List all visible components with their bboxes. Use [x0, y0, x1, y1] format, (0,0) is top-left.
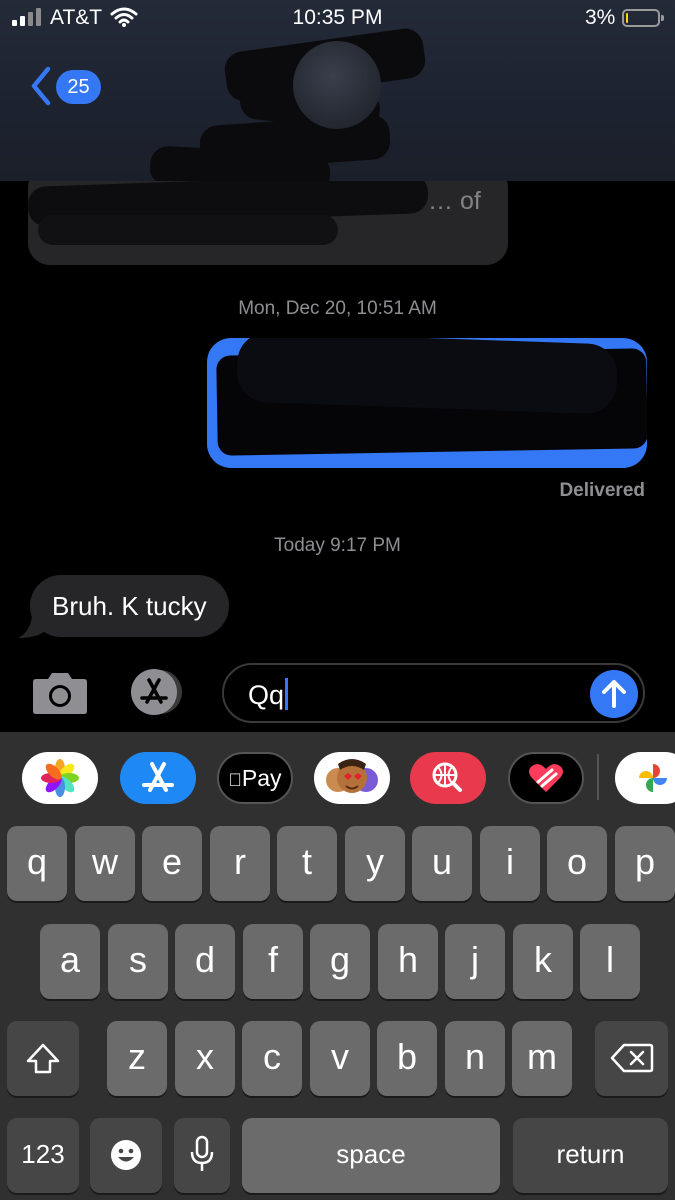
emoji-key[interactable] [90, 1118, 162, 1193]
key-o[interactable]: o [547, 826, 607, 901]
send-arrow-icon[interactable] [590, 670, 638, 718]
shift-key[interactable] [7, 1021, 79, 1096]
message-input[interactable]: Qq [222, 663, 645, 723]
key-w[interactable]: w [75, 826, 135, 901]
redaction-mark [38, 215, 338, 245]
key-i[interactable]: i [480, 826, 540, 901]
key-z[interactable]: z [107, 1021, 167, 1096]
key-p[interactable]: p [615, 826, 675, 901]
delete-key[interactable] [595, 1021, 668, 1096]
key-j[interactable]: j [445, 924, 505, 999]
status-bar: AT&T 10:35 PM 3% [0, 0, 675, 36]
return-key[interactable]: return [513, 1118, 668, 1193]
apple-pay-icon[interactable]: Pay [217, 752, 293, 804]
delivery-status: Delivered [559, 480, 645, 501]
camera-icon[interactable] [32, 671, 88, 715]
message-input-value: Qq [248, 680, 285, 710]
numbers-key[interactable]: 123 [7, 1118, 79, 1193]
key-u[interactable]: u [412, 826, 472, 901]
app-store-icon[interactable] [126, 668, 188, 716]
battery-level [626, 13, 628, 23]
digital-touch-icon[interactable] [508, 752, 584, 804]
key-t[interactable]: t [277, 826, 337, 901]
apple-logo:  [228, 770, 242, 790]
chevron-left-icon[interactable] [30, 66, 52, 106]
key-x[interactable]: x [175, 1021, 235, 1096]
sent-message-bubble[interactable] [207, 338, 647, 468]
key-b[interactable]: b [377, 1021, 437, 1096]
message-text: … of [428, 187, 481, 215]
apple-pay-label: Pay [235, 765, 282, 791]
key-l[interactable]: l [580, 924, 640, 999]
timestamp: Mon, Dec 20, 10:51 AM [238, 298, 437, 319]
key-a[interactable]: a [40, 924, 100, 999]
image-search-icon[interactable] [410, 752, 486, 804]
key-s[interactable]: s [108, 924, 168, 999]
key-f[interactable]: f [243, 924, 303, 999]
battery-icon [622, 9, 664, 27]
key-n[interactable]: n [445, 1021, 505, 1096]
received-message-bubble[interactable]: Bruh. K tucky [30, 575, 229, 637]
key-g[interactable]: g [310, 924, 370, 999]
key-h[interactable]: h [378, 924, 438, 999]
key-y[interactable]: y [345, 826, 405, 901]
key-v[interactable]: v [310, 1021, 370, 1096]
message-text: Bruh. K tucky [52, 591, 207, 621]
emoji-icon [111, 1140, 141, 1170]
microphone-icon [190, 1135, 214, 1171]
photos-icon[interactable] [22, 752, 98, 804]
key-k[interactable]: k [513, 924, 573, 999]
space-key[interactable]: space [242, 1118, 500, 1193]
text-caret [285, 678, 289, 710]
google-photos-icon[interactable] [615, 752, 675, 804]
key-r[interactable]: r [210, 826, 270, 901]
delete-icon [610, 1043, 653, 1073]
clock: 10:35 PM [292, 6, 383, 29]
key-q[interactable]: q [7, 826, 67, 901]
key-m[interactable]: m [512, 1021, 572, 1096]
key-c[interactable]: c [242, 1021, 302, 1096]
key-e[interactable]: e [142, 826, 202, 901]
shift-icon [26, 1043, 60, 1074]
apps-divider [597, 754, 599, 800]
contact-avatar[interactable] [293, 41, 381, 129]
dictation-key[interactable] [174, 1118, 230, 1193]
app-store-icon[interactable] [120, 752, 196, 804]
key-d[interactable]: d [175, 924, 235, 999]
back-unread-count[interactable]: 25 [56, 70, 101, 104]
timestamp: Today 9:17 PM [274, 535, 401, 556]
battery-percent: 3% [585, 6, 616, 29]
redaction-mark [235, 338, 619, 415]
memoji-icon[interactable] [314, 752, 390, 804]
